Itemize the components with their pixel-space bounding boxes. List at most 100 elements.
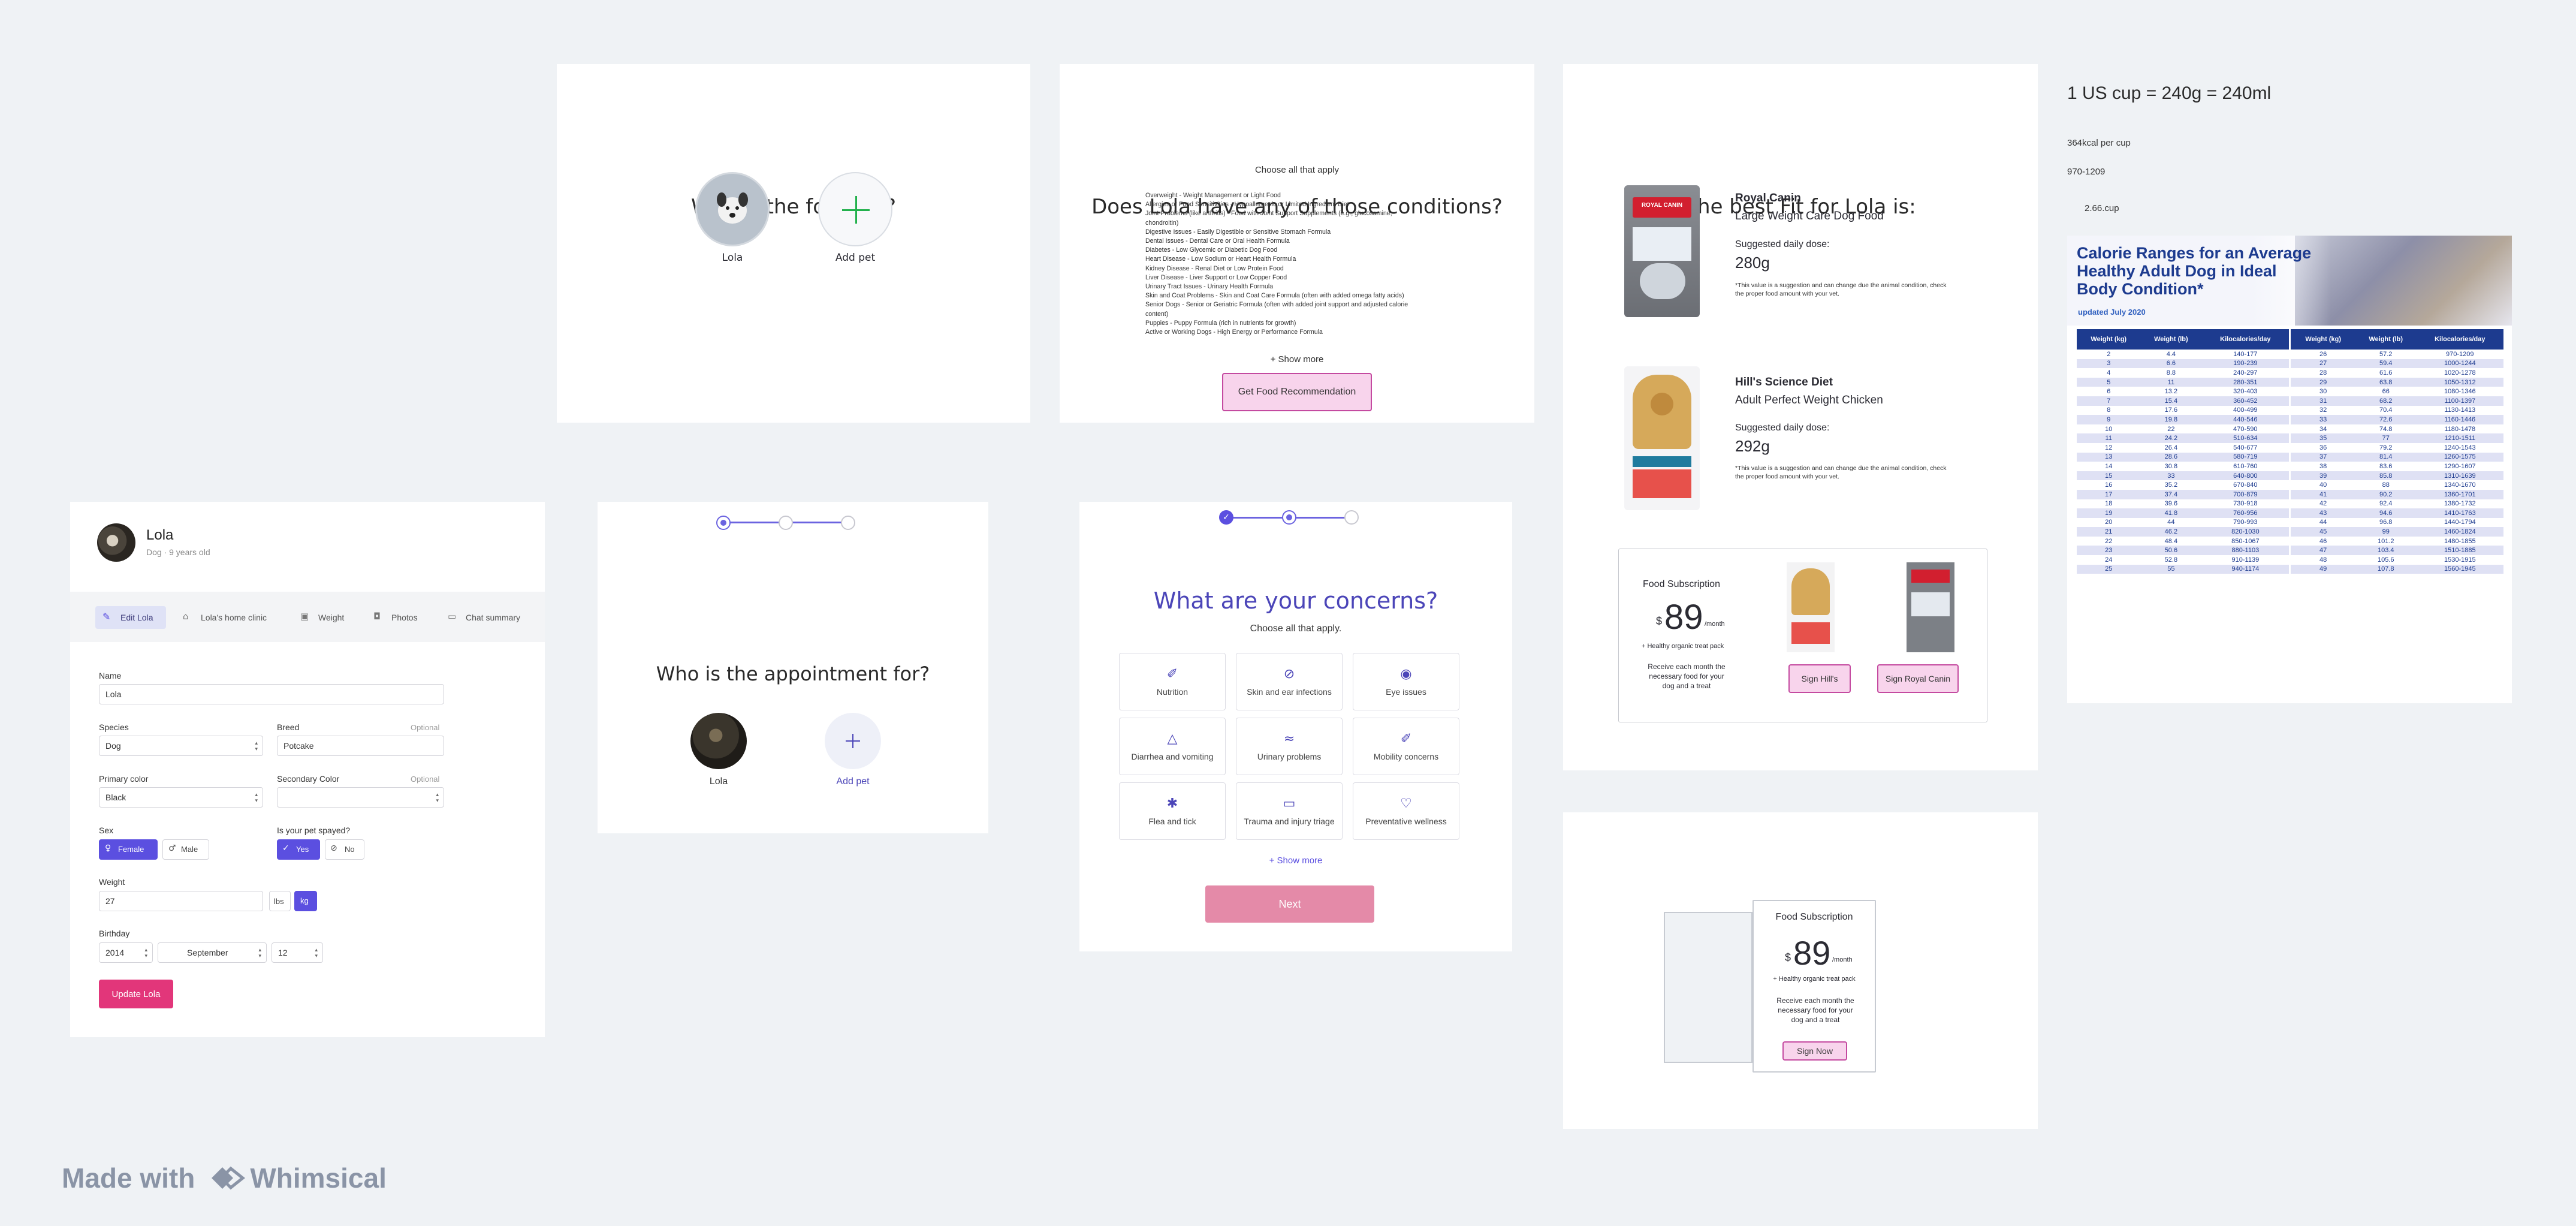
concern-skin-ear[interactable]: ⊘ Skin and ear infections (1236, 653, 1343, 710)
concern-flea[interactable]: ✱ Flea and tick (1119, 782, 1226, 840)
sign-royal-canin-button[interactable]: Sign Royal Canin (1877, 664, 1959, 693)
appointment-pet-avatar[interactable] (690, 713, 747, 769)
tab-photos[interactable]: ◘ Photos (371, 606, 431, 629)
table-cell: 42 (2289, 499, 2355, 509)
condition-item[interactable]: Kidney Disease - Renal Diet or Low Prote… (1145, 264, 1481, 273)
birth-month-select[interactable]: September ▴ ▾ (158, 942, 267, 963)
name-input[interactable]: Lola (99, 684, 444, 704)
table-cell: 610-760 (2233, 462, 2258, 470)
price-period: /month (1832, 956, 1853, 963)
condition-item[interactable]: Senior Dogs - Senior or Geriatric Formul… (1145, 300, 1481, 309)
table-cell: 1440-1794 (2444, 519, 2476, 526)
show-more-link[interactable]: + Show more (1060, 354, 1534, 365)
tab-edit-lola[interactable]: ✎ Edit Lola (95, 606, 166, 629)
made-with-text: Made with (62, 1162, 195, 1194)
step-2 (779, 516, 793, 530)
primary-color-select[interactable]: Black ▴ ▾ (99, 787, 263, 808)
concern-eye[interactable]: ◉ Eye issues (1353, 653, 1459, 710)
sign-hills-button[interactable]: Sign Hill's (1788, 664, 1851, 693)
condition-item[interactable]: chondroitin) (1145, 219, 1481, 228)
secondary-color-select[interactable]: ▴ ▾ (277, 787, 444, 808)
table-cell: 940-1174 (2201, 564, 2290, 574)
table-cell: 1530-1915 (2444, 556, 2476, 564)
spayed-no-button[interactable]: ⊘ No (325, 839, 364, 860)
concern-trauma[interactable]: ▭ Trauma and injury triage (1236, 782, 1343, 840)
condition-item[interactable]: Heart Disease - Low Sodium or Heart Heal… (1145, 255, 1481, 264)
weight-input[interactable]: 27 (99, 891, 263, 911)
condition-item[interactable]: Joint Problems (like arthritis) - Food w… (1145, 209, 1481, 218)
female-icon: ♀ (105, 844, 111, 853)
species-select[interactable]: Dog ▴ ▾ (99, 736, 263, 756)
table-cell: 25 (2077, 564, 2141, 574)
concerns-show-more[interactable]: + Show more (1079, 856, 1512, 866)
condition-item[interactable]: Urinary Tract Issues - Urinary Health Fo… (1145, 282, 1481, 291)
table-cell: 30.8 (2164, 462, 2178, 470)
table-cell: 30 (2289, 387, 2355, 396)
sex-female-button[interactable]: ♀ Female (99, 839, 158, 860)
table-cell: 59.4 (2355, 359, 2417, 369)
table-cell: 88 (2382, 481, 2390, 489)
table-cell: 48.4 (2164, 537, 2178, 545)
table-cell: 790-993 (2233, 519, 2258, 526)
concern-nutrition[interactable]: ✐ Nutrition (1119, 653, 1226, 710)
unit-lbs-button[interactable]: lbs (269, 891, 291, 911)
tab-home-clinic[interactable]: ⌂ Lola's home clinic (180, 606, 282, 629)
tab-chat-summary[interactable]: ▭ Chat summary (445, 606, 535, 629)
birth-year-select[interactable]: 2014 ▴ ▾ (99, 942, 153, 963)
appointment-add-pet-button[interactable] (825, 713, 881, 769)
condition-item[interactable]: Diabetes - Low Glycemic or Diabetic Dog … (1145, 246, 1481, 255)
condition-item[interactable]: content) (1145, 310, 1481, 319)
syringe-icon: ✐ (1166, 667, 1178, 682)
pet-avatar-lola[interactable] (695, 172, 770, 246)
column-header: Weight (kg) (2077, 329, 2141, 350)
table-cell: 83.6 (2379, 462, 2393, 470)
subscription-desc: Receive each month the necessary food fo… (1776, 996, 1854, 1024)
table-cell: 39 (2289, 471, 2355, 481)
add-pet-button[interactable] (818, 172, 892, 246)
tab-weight[interactable]: ▣ Weight (298, 606, 358, 629)
unit-kg-button[interactable]: kg (294, 891, 317, 911)
update-pet-button[interactable]: Update Lola (99, 980, 173, 1008)
chart-updated: updated July 2020 (2078, 308, 2146, 317)
whimsical-watermark[interactable]: Made with Whimsical (62, 1160, 387, 1196)
royal-canin-bag-image: ROYAL CANIN (1624, 185, 1700, 317)
table-cell: 13 (2077, 452, 2141, 462)
spayed-yes-button[interactable]: ✓ Yes (277, 839, 320, 860)
table-cell: 46 (2289, 536, 2355, 546)
breed-input[interactable]: Potcake (277, 736, 444, 756)
concern-urinary[interactable]: ≈ Urinary problems (1236, 718, 1343, 775)
primary-color-label: Primary color (99, 774, 149, 784)
table-cell: 35.2 (2164, 481, 2178, 489)
condition-item[interactable]: Digestive Issues - Easily Digestible or … (1145, 228, 1481, 237)
table-cell: 24.2 (2140, 433, 2202, 443)
condition-item[interactable]: Overweight - Weight Management or Light … (1145, 191, 1481, 200)
table-cell: 1360-1701 (2416, 489, 2503, 499)
condition-item[interactable]: Active or Working Dogs - High Energy or … (1145, 328, 1481, 337)
get-recommendation-button[interactable]: Get Food Recommendation (1222, 373, 1372, 411)
sign-now-button[interactable]: Sign Now (1782, 1041, 1847, 1061)
cup-conversion-note: 1 US cup = 240g = 240ml (2067, 83, 2272, 103)
next-button[interactable]: Next (1205, 885, 1374, 923)
concern-diarrhea[interactable]: △ Diarrhea and vomiting (1119, 718, 1226, 775)
condition-item[interactable]: Liver Disease - Liver Support or Low Cop… (1145, 273, 1481, 282)
concerns-subtitle: Choose all that apply. (1250, 623, 1342, 634)
condition-item[interactable]: Puppies - Puppy Formula (rich in nutrien… (1145, 319, 1481, 328)
subscription-card-center: Food Subscription $ 89 /month + Healthy … (1752, 900, 1876, 1073)
concern-wellness[interactable]: ♡ Preventative wellness (1353, 782, 1459, 840)
condition-item[interactable]: Allergies or Food Sensitivities - Hypoal… (1145, 200, 1481, 209)
hills-thumb (1787, 562, 1835, 652)
sex-male-button[interactable]: ♂ Male (162, 839, 209, 860)
subscription-frame: Food Subscription $ 89 /month + Healthy … (1563, 812, 2038, 1129)
birth-day-select[interactable]: 12 ▴ ▾ (272, 942, 323, 963)
table-row: 13 28.6 580-719 37 81.4 1260-1575 (2077, 452, 2503, 462)
table-cell: 66 (2382, 388, 2390, 396)
table-cell: 35 (2289, 433, 2355, 443)
sex-label: Sex (99, 826, 114, 835)
table-cell: 22 (2167, 425, 2175, 433)
concern-mobility[interactable]: ✐ Mobility concerns (1353, 718, 1459, 775)
condition-item[interactable]: Skin and Coat Problems - Skin and Coat C… (1145, 291, 1481, 300)
table-cell: 101.2 (2377, 537, 2394, 545)
condition-item[interactable]: Dental Issues - Dental Care or Oral Heal… (1145, 237, 1481, 246)
table-cell: 700-879 (2201, 489, 2290, 499)
table-row: 18 39.6 730-918 42 92.4 1380-1732 (2077, 499, 2503, 509)
